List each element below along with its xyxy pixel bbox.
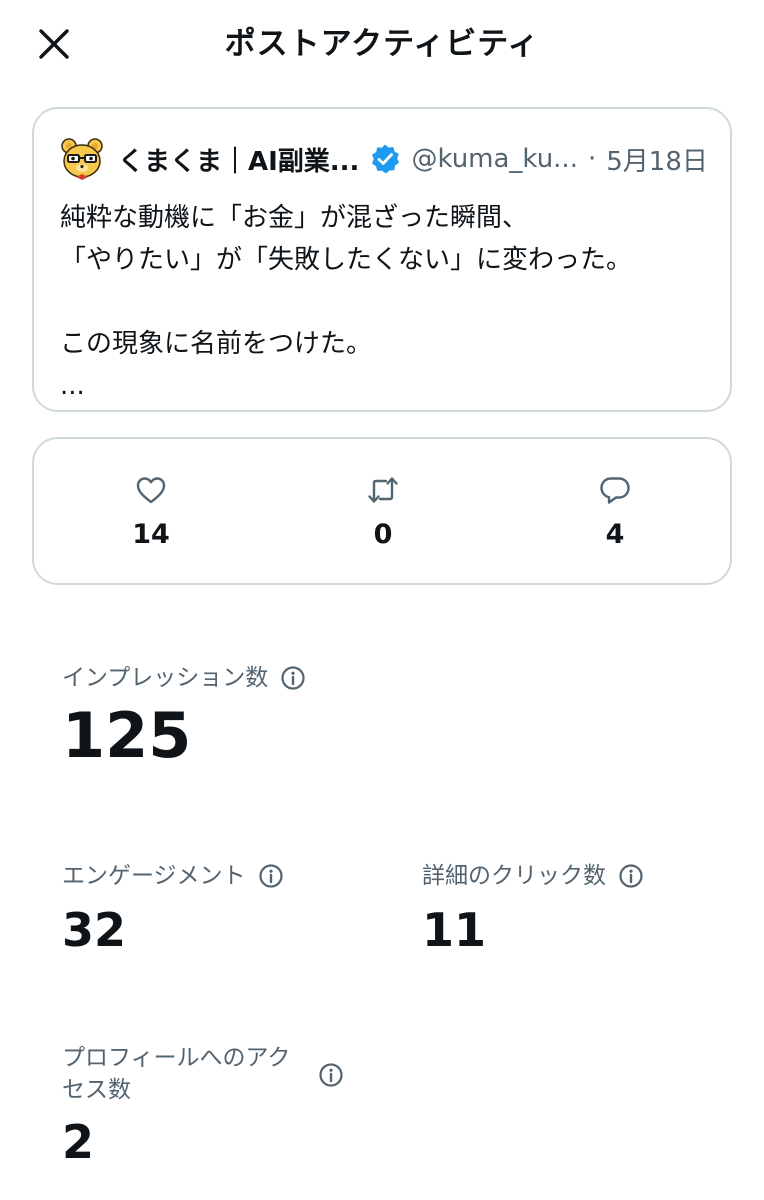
post-text-line: この現象に名前をつけた。 (60, 329, 373, 359)
info-icon[interactable] (318, 1062, 344, 1088)
impressions-metric: インプレッション数 125 (62, 662, 306, 772)
engagements-label: エンゲージメント (62, 863, 246, 889)
verified-badge-icon (372, 144, 400, 174)
reposts-stat[interactable]: 0 (323, 473, 443, 551)
likes-count: 14 (132, 519, 170, 550)
page-title: ポストアクティビティ (224, 26, 540, 62)
post-preview-card[interactable]: くまくま｜AI副業... @kuma_ku... · 5月18日 純粋な動機に「… (32, 107, 732, 412)
replies-stat[interactable]: 4 (555, 473, 675, 551)
detail-clicks-value: 11 (422, 903, 487, 957)
reposts-count: 0 (373, 519, 393, 550)
author-display-name[interactable]: くまくま｜AI副業... (118, 141, 359, 178)
profile-visits-label: プロフィールへのアクセス数 (62, 1045, 291, 1103)
profile-visits-label-row: プロフィールへのアクセス数 (62, 1042, 352, 1106)
avatar[interactable] (60, 137, 104, 181)
impressions-label-row: インプレッション数 (62, 662, 306, 694)
post-text-line: 「やりたい」が「失敗したくない」に変わった。 (60, 245, 633, 275)
impressions-value: 125 (62, 699, 192, 772)
likes-stat[interactable]: 14 (91, 473, 211, 551)
header: ポストアクティビティ (0, 0, 764, 88)
engagements-value: 32 (62, 903, 127, 957)
heart-icon (136, 477, 166, 504)
repost-icon (368, 477, 398, 503)
profile-visits-metric: プロフィールへのアクセス数 2 (62, 1042, 352, 1170)
post-activity-page: ポストアクティビティ くまくま｜AI副業... @kuma_ku... · 5月… (0, 0, 764, 1200)
engagements-metric: エンゲージメント 32 (62, 860, 284, 958)
engagement-card: 14 0 4 (32, 437, 732, 585)
post-text-line: 純粋な動機に「お金」が混ざった瞬間、 (60, 203, 529, 233)
post-author-row: くまくま｜AI副業... @kuma_ku... · 5月18日 (60, 137, 708, 181)
profile-visits-value: 2 (62, 1115, 95, 1169)
reply-icon (600, 477, 630, 504)
info-icon[interactable] (258, 863, 284, 889)
impressions-label: インプレッション数 (62, 665, 269, 691)
info-icon[interactable] (280, 665, 306, 691)
post-text: 純粋な動機に「お金」が混ざった瞬間、 「やりたい」が「失敗したくない」に変わった… (60, 197, 710, 407)
detail-clicks-label-row: 詳細のクリック数 (422, 860, 644, 892)
post-date: 5月18日 (606, 146, 708, 177)
detail-clicks-label: 詳細のクリック数 (422, 863, 606, 889)
detail-clicks-metric: 詳細のクリック数 11 (422, 860, 644, 958)
author-handle[interactable]: @kuma_ku... (411, 144, 578, 174)
info-icon[interactable] (618, 863, 644, 889)
post-text-line: ... (60, 371, 85, 401)
engagements-label-row: エンゲージメント (62, 860, 284, 892)
replies-count: 4 (605, 519, 625, 550)
post-text-line (60, 281, 710, 323)
separator-dot: · (587, 144, 597, 174)
